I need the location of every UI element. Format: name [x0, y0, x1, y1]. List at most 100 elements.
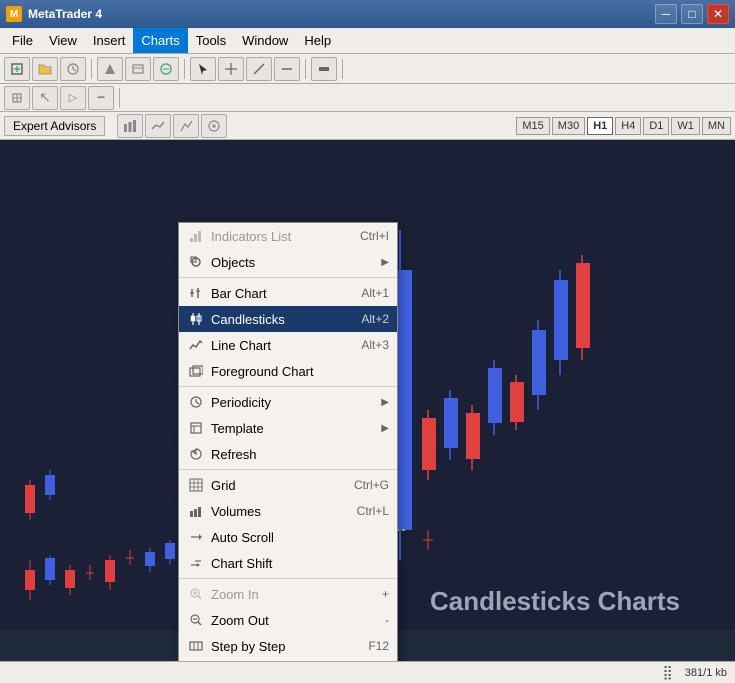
expert-bar: Expert Advisors M15 M30 H1 H4 D1 W1 MN	[0, 112, 735, 140]
title-bar: M MetaTrader 4 ─ □ ✕	[0, 0, 735, 28]
template-arrow: ▶	[381, 423, 389, 434]
status-bar: ⣿ 381/1 kb	[0, 661, 735, 683]
status-value: 381/1 kb	[685, 667, 727, 679]
bar-chart-icon	[187, 284, 205, 302]
menu-zoomout[interactable]: Zoom Out -	[179, 607, 397, 633]
refresh-label: Refresh	[211, 447, 389, 462]
periodicity-icon	[187, 393, 205, 411]
ea-icon2[interactable]	[145, 114, 171, 138]
sep2	[184, 59, 185, 79]
menu-help[interactable]: Help	[296, 28, 339, 53]
candlesticks-icon	[187, 310, 205, 328]
ea-icon4[interactable]	[201, 114, 227, 138]
toolbar-btn5[interactable]	[125, 57, 151, 81]
ea-icon1[interactable]	[117, 114, 143, 138]
menu-template[interactable]: Template ▶	[179, 415, 397, 441]
stepbystep-label: Step by Step	[211, 639, 362, 654]
toolbar-btn4[interactable]	[97, 57, 123, 81]
tf-m15[interactable]: M15	[516, 117, 549, 135]
menu-line-chart[interactable]: Line Chart Alt+3	[179, 332, 397, 358]
menu-autoscroll[interactable]: Auto Scroll	[179, 524, 397, 550]
app-icon: M	[6, 6, 22, 22]
menu-zoomin[interactable]: Zoom In +	[179, 581, 397, 607]
candlesticks-label: Candlesticks	[211, 312, 355, 327]
menu-tools[interactable]: Tools	[188, 28, 234, 53]
menu-window[interactable]: Window	[234, 28, 296, 53]
title-controls: ─ □ ✕	[655, 4, 729, 24]
zoomin-icon	[187, 585, 205, 603]
tf-mn[interactable]: MN	[702, 117, 731, 135]
toolbar-cursor[interactable]	[190, 57, 216, 81]
toolbar-open[interactable]	[32, 57, 58, 81]
sep3	[305, 59, 306, 79]
menu-periodicity[interactable]: Periodicity ▶	[179, 389, 397, 415]
zoomin-shortcut: +	[382, 587, 389, 601]
toolbar2-btn1[interactable]	[4, 86, 30, 110]
line-chart-icon	[187, 336, 205, 354]
status-icon: ⣿	[663, 664, 673, 681]
toolbar-btn6[interactable]	[153, 57, 179, 81]
periodicity-arrow: ▶	[381, 397, 389, 408]
tf-d1[interactable]: D1	[643, 117, 669, 135]
foreground-icon	[187, 362, 205, 380]
refresh-icon	[187, 445, 205, 463]
template-label: Template	[211, 421, 375, 436]
title-bar-left: M MetaTrader 4	[6, 6, 102, 22]
maximize-button[interactable]: □	[681, 4, 703, 24]
candlesticks-shortcut: Alt+2	[361, 312, 389, 326]
tf-h1[interactable]: H1	[587, 117, 613, 135]
menu-volumes[interactable]: Volumes Ctrl+L	[179, 498, 397, 524]
zoomout-label: Zoom Out	[211, 613, 379, 628]
main-content: File View Insert Charts Tools Window Hel…	[0, 28, 735, 683]
sep3	[179, 469, 397, 470]
objects-icon	[187, 253, 205, 271]
toolbar-chart-shift[interactable]	[311, 57, 337, 81]
toolbar-secondary: ↖ ▷ ━	[0, 84, 735, 112]
toolbar-hline[interactable]	[274, 57, 300, 81]
toolbar2-btn4[interactable]: ━	[88, 86, 114, 110]
volumes-shortcut: Ctrl+L	[357, 504, 389, 518]
line-chart-label: Line Chart	[211, 338, 355, 353]
toolbar-btn3[interactable]	[60, 57, 86, 81]
zoomout-icon	[187, 611, 205, 629]
menu-refresh[interactable]: Refresh	[179, 441, 397, 467]
menu-grid[interactable]: Grid Ctrl+G	[179, 472, 397, 498]
menu-file[interactable]: File	[4, 28, 41, 53]
menu-bar-chart[interactable]: Bar Chart Alt+1	[179, 280, 397, 306]
stepbystep-icon	[187, 637, 205, 655]
ea-icon3[interactable]	[173, 114, 199, 138]
sep2	[179, 386, 397, 387]
menu-view[interactable]: View	[41, 28, 85, 53]
sep5	[119, 88, 120, 108]
grid-shortcut: Ctrl+G	[354, 478, 389, 492]
tf-h4[interactable]: H4	[615, 117, 641, 135]
stepbystep-shortcut: F12	[368, 639, 389, 653]
svg-text:Candlesticks Charts: Candlesticks Charts	[430, 586, 680, 616]
menu-foreground-chart[interactable]: Foreground Chart	[179, 358, 397, 384]
menu-stepbystep[interactable]: Step by Step F12	[179, 633, 397, 659]
toolbar2-btn2[interactable]: ↖	[32, 86, 58, 110]
sep4	[179, 578, 397, 579]
menu-candlesticks[interactable]: Candlesticks Alt+2	[179, 306, 397, 332]
menu-objects[interactable]: Objects ▶	[179, 249, 397, 275]
objects-label: Objects	[211, 255, 375, 270]
sep1	[179, 277, 397, 278]
close-button[interactable]: ✕	[707, 4, 729, 24]
menu-insert[interactable]: Insert	[85, 28, 134, 53]
chartshift-label: Chart Shift	[211, 556, 389, 571]
tf-w1[interactable]: W1	[671, 117, 700, 135]
periodicity-label: Periodicity	[211, 395, 375, 410]
tf-m30[interactable]: M30	[552, 117, 585, 135]
toolbar-crosshair[interactable]	[218, 57, 244, 81]
toolbar-line[interactable]	[246, 57, 272, 81]
toolbar-new[interactable]	[4, 57, 30, 81]
autoscroll-icon	[187, 528, 205, 546]
menu-chartshift[interactable]: Chart Shift	[179, 550, 397, 576]
minimize-button[interactable]: ─	[655, 4, 677, 24]
sep1	[91, 59, 92, 79]
expert-advisors-btn[interactable]: Expert Advisors	[4, 116, 105, 136]
menu-charts[interactable]: Charts	[133, 28, 187, 53]
zoomout-shortcut: -	[385, 613, 389, 627]
menu-indicators-list[interactable]: Indicators List Ctrl+I	[179, 223, 397, 249]
toolbar2-btn3[interactable]: ▷	[60, 86, 86, 110]
